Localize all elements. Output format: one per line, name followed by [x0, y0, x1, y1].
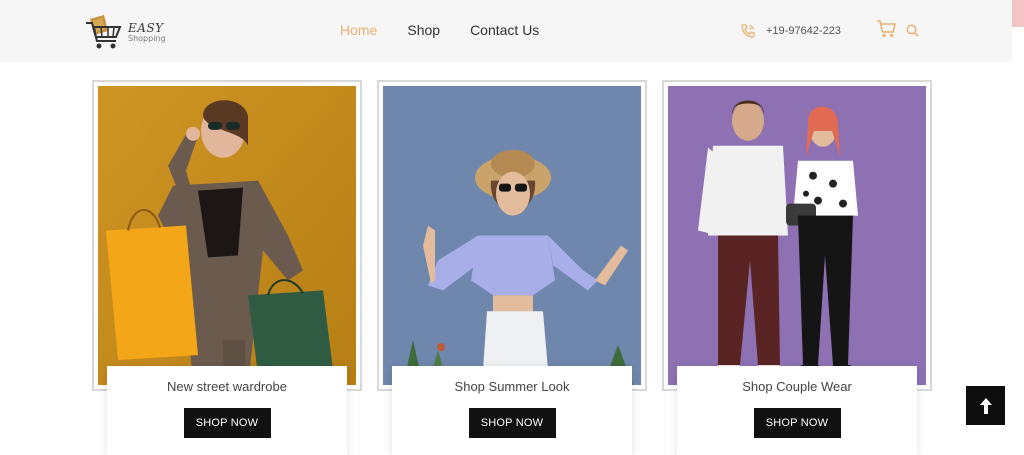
scrollbar-track[interactable]: [1012, 0, 1024, 455]
couple-wear-photo[interactable]: [668, 86, 926, 385]
card-title: New street wardrobe: [167, 379, 287, 394]
phone-icon: [741, 24, 755, 38]
logo-text: EASY Shopping: [128, 22, 166, 43]
nav-home[interactable]: Home: [340, 22, 377, 38]
nav-shop[interactable]: Shop: [407, 22, 440, 38]
shopping-cart-logo-icon: [86, 15, 122, 49]
product-card-summer-look: Shop Summer Look SHOP NOW: [377, 80, 647, 455]
card-info-box: Shop Summer Look SHOP NOW: [392, 366, 632, 455]
logo-line1: EASY: [128, 20, 164, 35]
cart-icon[interactable]: [876, 20, 896, 38]
card-photo-frame: [377, 80, 647, 391]
card-title: Shop Summer Look: [454, 379, 570, 394]
scrollbar-thumb[interactable]: [1012, 0, 1024, 27]
card-info-box: New street wardrobe SHOP NOW: [107, 366, 347, 455]
shop-now-button[interactable]: SHOP NOW: [183, 408, 271, 438]
back-to-top-button[interactable]: [966, 386, 1005, 425]
card-info-box: Shop Couple Wear SHOP NOW: [677, 366, 917, 455]
nav-contact[interactable]: Contact Us: [470, 22, 539, 38]
product-card-street-wardrobe: New street wardrobe SHOP NOW: [92, 80, 362, 455]
search-icon[interactable]: [906, 24, 919, 37]
card-photo-frame: [662, 80, 932, 391]
main-nav: Home Shop Contact Us: [340, 22, 569, 38]
logo-line2: Shopping: [128, 33, 166, 43]
arrow-up-icon: [979, 397, 992, 414]
shop-now-button[interactable]: SHOP NOW: [468, 408, 556, 438]
card-photo-frame: [92, 80, 362, 391]
summer-look-photo[interactable]: [383, 86, 641, 385]
phone-number: +19-97642-223: [766, 25, 841, 37]
site-logo[interactable]: EASY Shopping: [84, 12, 174, 52]
card-title: Shop Couple Wear: [742, 379, 852, 394]
site-header: EASY Shopping Home Shop Contact Us +19-9…: [0, 0, 1012, 62]
product-card-couple-wear: Shop Couple Wear SHOP NOW: [662, 80, 932, 455]
phone-contact[interactable]: +19-97642-223: [740, 23, 841, 39]
shop-now-button[interactable]: SHOP NOW: [753, 408, 841, 438]
street-wardrobe-photo[interactable]: [98, 86, 356, 385]
